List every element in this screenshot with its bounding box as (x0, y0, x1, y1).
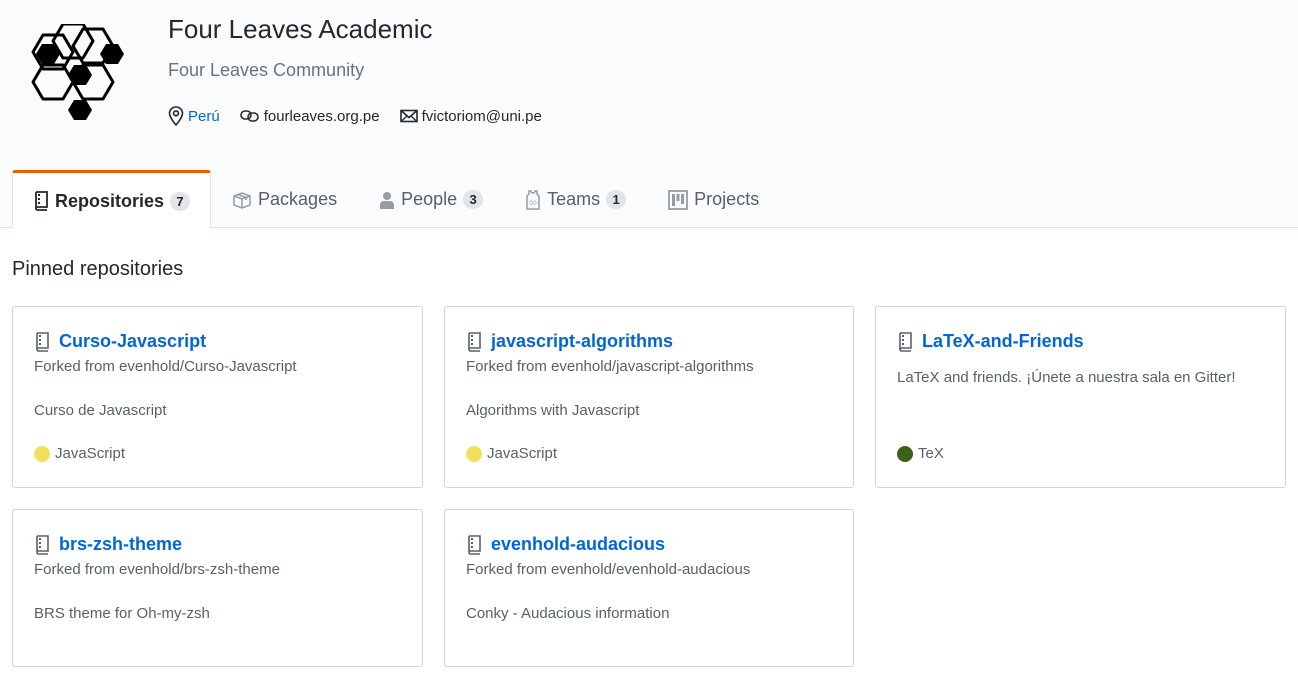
language-color-dot (466, 445, 482, 462)
project-icon (668, 189, 689, 210)
package-icon (233, 191, 251, 209)
language-label: JavaScript (55, 445, 126, 462)
mail-icon (399, 109, 418, 123)
repo-link[interactable]: LaTeX-and-Friends (922, 331, 1084, 352)
repo-title: LaTeX-and-Friends (897, 331, 1084, 352)
tab-label: People (401, 189, 458, 209)
repo-description: Curso de Javascript (34, 402, 167, 419)
tab-label: Projects (694, 189, 760, 209)
language-label: TeX (918, 445, 944, 462)
repo-description: BRS theme for Oh-my-zsh (34, 605, 210, 622)
repo-title: evenhold-audacious (466, 534, 665, 555)
pinned-repo-card: brs-zsh-theme Forked from evenhold/brs-z… (12, 509, 423, 667)
tab-packages[interactable]: Packages (211, 170, 358, 228)
repo-link[interactable]: brs-zsh-theme (59, 534, 182, 555)
repo-icon (36, 331, 49, 352)
tab-projects[interactable]: Projects (647, 170, 780, 228)
jersey-icon: 00 (526, 189, 540, 210)
fork-source: Forked from evenhold/brs-zsh-theme (34, 561, 280, 578)
tab-teams[interactable]: 00 Teams 1 (504, 170, 647, 228)
email-link[interactable]: fvictoriom@uni.pe (422, 108, 542, 125)
link-icon (239, 110, 259, 122)
repo-icon (468, 534, 481, 555)
website-link[interactable]: fourleaves.org.pe (264, 108, 380, 125)
pinned-repo-card: javascript-algorithms Forked from evenho… (444, 306, 854, 488)
repo-title: javascript-algorithms (466, 331, 673, 352)
svg-text:00: 00 (529, 200, 537, 207)
language-label: JavaScript (487, 445, 558, 462)
repo-link[interactable]: evenhold-audacious (491, 534, 665, 555)
repo-icon (36, 534, 49, 555)
org-description: Four Leaves Community (168, 60, 365, 80)
repo-link[interactable]: Curso-Javascript (59, 331, 206, 352)
repo-icon (468, 331, 481, 352)
pinned-repo-card: evenhold-audacious Forked from evenhold/… (444, 509, 854, 667)
org-tabs: Repositories 7 Packages People 3 00 Team… (12, 170, 780, 229)
language-color-dot (897, 445, 913, 462)
fork-source: Forked from evenhold/Curso-Javascript (34, 358, 297, 375)
tab-counter: 7 (170, 191, 191, 211)
repo-title: brs-zsh-theme (34, 534, 182, 555)
repo-language: JavaScript (34, 445, 125, 462)
pinned-repo-card: Curso-Javascript Forked from evenhold/Cu… (12, 306, 423, 488)
tab-label: Repositories (55, 190, 165, 211)
repo-title: Curso-Javascript (34, 331, 206, 352)
tab-label: Packages (258, 189, 338, 209)
repo-link[interactable]: javascript-algorithms (491, 331, 673, 352)
repo-description: LaTeX and friends. ¡Únete a nuestra sala… (897, 369, 1236, 386)
repo-language: TeX (897, 445, 944, 462)
repo-description: Algorithms with Javascript (466, 402, 640, 419)
location-text[interactable]: Perú (188, 108, 220, 125)
org-logo (31, 24, 124, 120)
fork-source: Forked from evenhold/javascript-algorith… (466, 358, 754, 375)
org-name: Four Leaves Academic (168, 14, 433, 44)
language-color-dot (34, 445, 50, 462)
repo-description: Conky - Audacious information (466, 605, 670, 622)
repo-icon (899, 331, 912, 352)
fork-source: Forked from evenhold/evenhold-audacious (466, 561, 751, 578)
location-icon (168, 106, 184, 126)
tab-label: Teams (547, 189, 601, 209)
pinned-repo-card: LaTeX-and-Friends LaTeX and friends. ¡Ún… (875, 306, 1286, 488)
tab-people[interactable]: People 3 (358, 170, 504, 228)
tab-repositories[interactable]: Repositories 7 (12, 170, 212, 229)
org-meta: Perú fourleaves.org.pe fvictoriom@uni.pe (168, 106, 562, 126)
tab-counter: 1 (606, 190, 627, 209)
repo-language: JavaScript (466, 445, 557, 462)
org-header: Four Leaves Academic Four Leaves Communi… (0, 0, 1298, 229)
tab-counter: 3 (463, 190, 484, 209)
org-website: fourleaves.org.pe (239, 108, 380, 125)
person-icon (380, 191, 395, 209)
repo-icon (35, 191, 48, 211)
pinned-heading: Pinned repositories (12, 258, 184, 280)
org-location: Perú (168, 106, 220, 126)
org-email: fvictoriom@uni.pe (399, 108, 542, 125)
